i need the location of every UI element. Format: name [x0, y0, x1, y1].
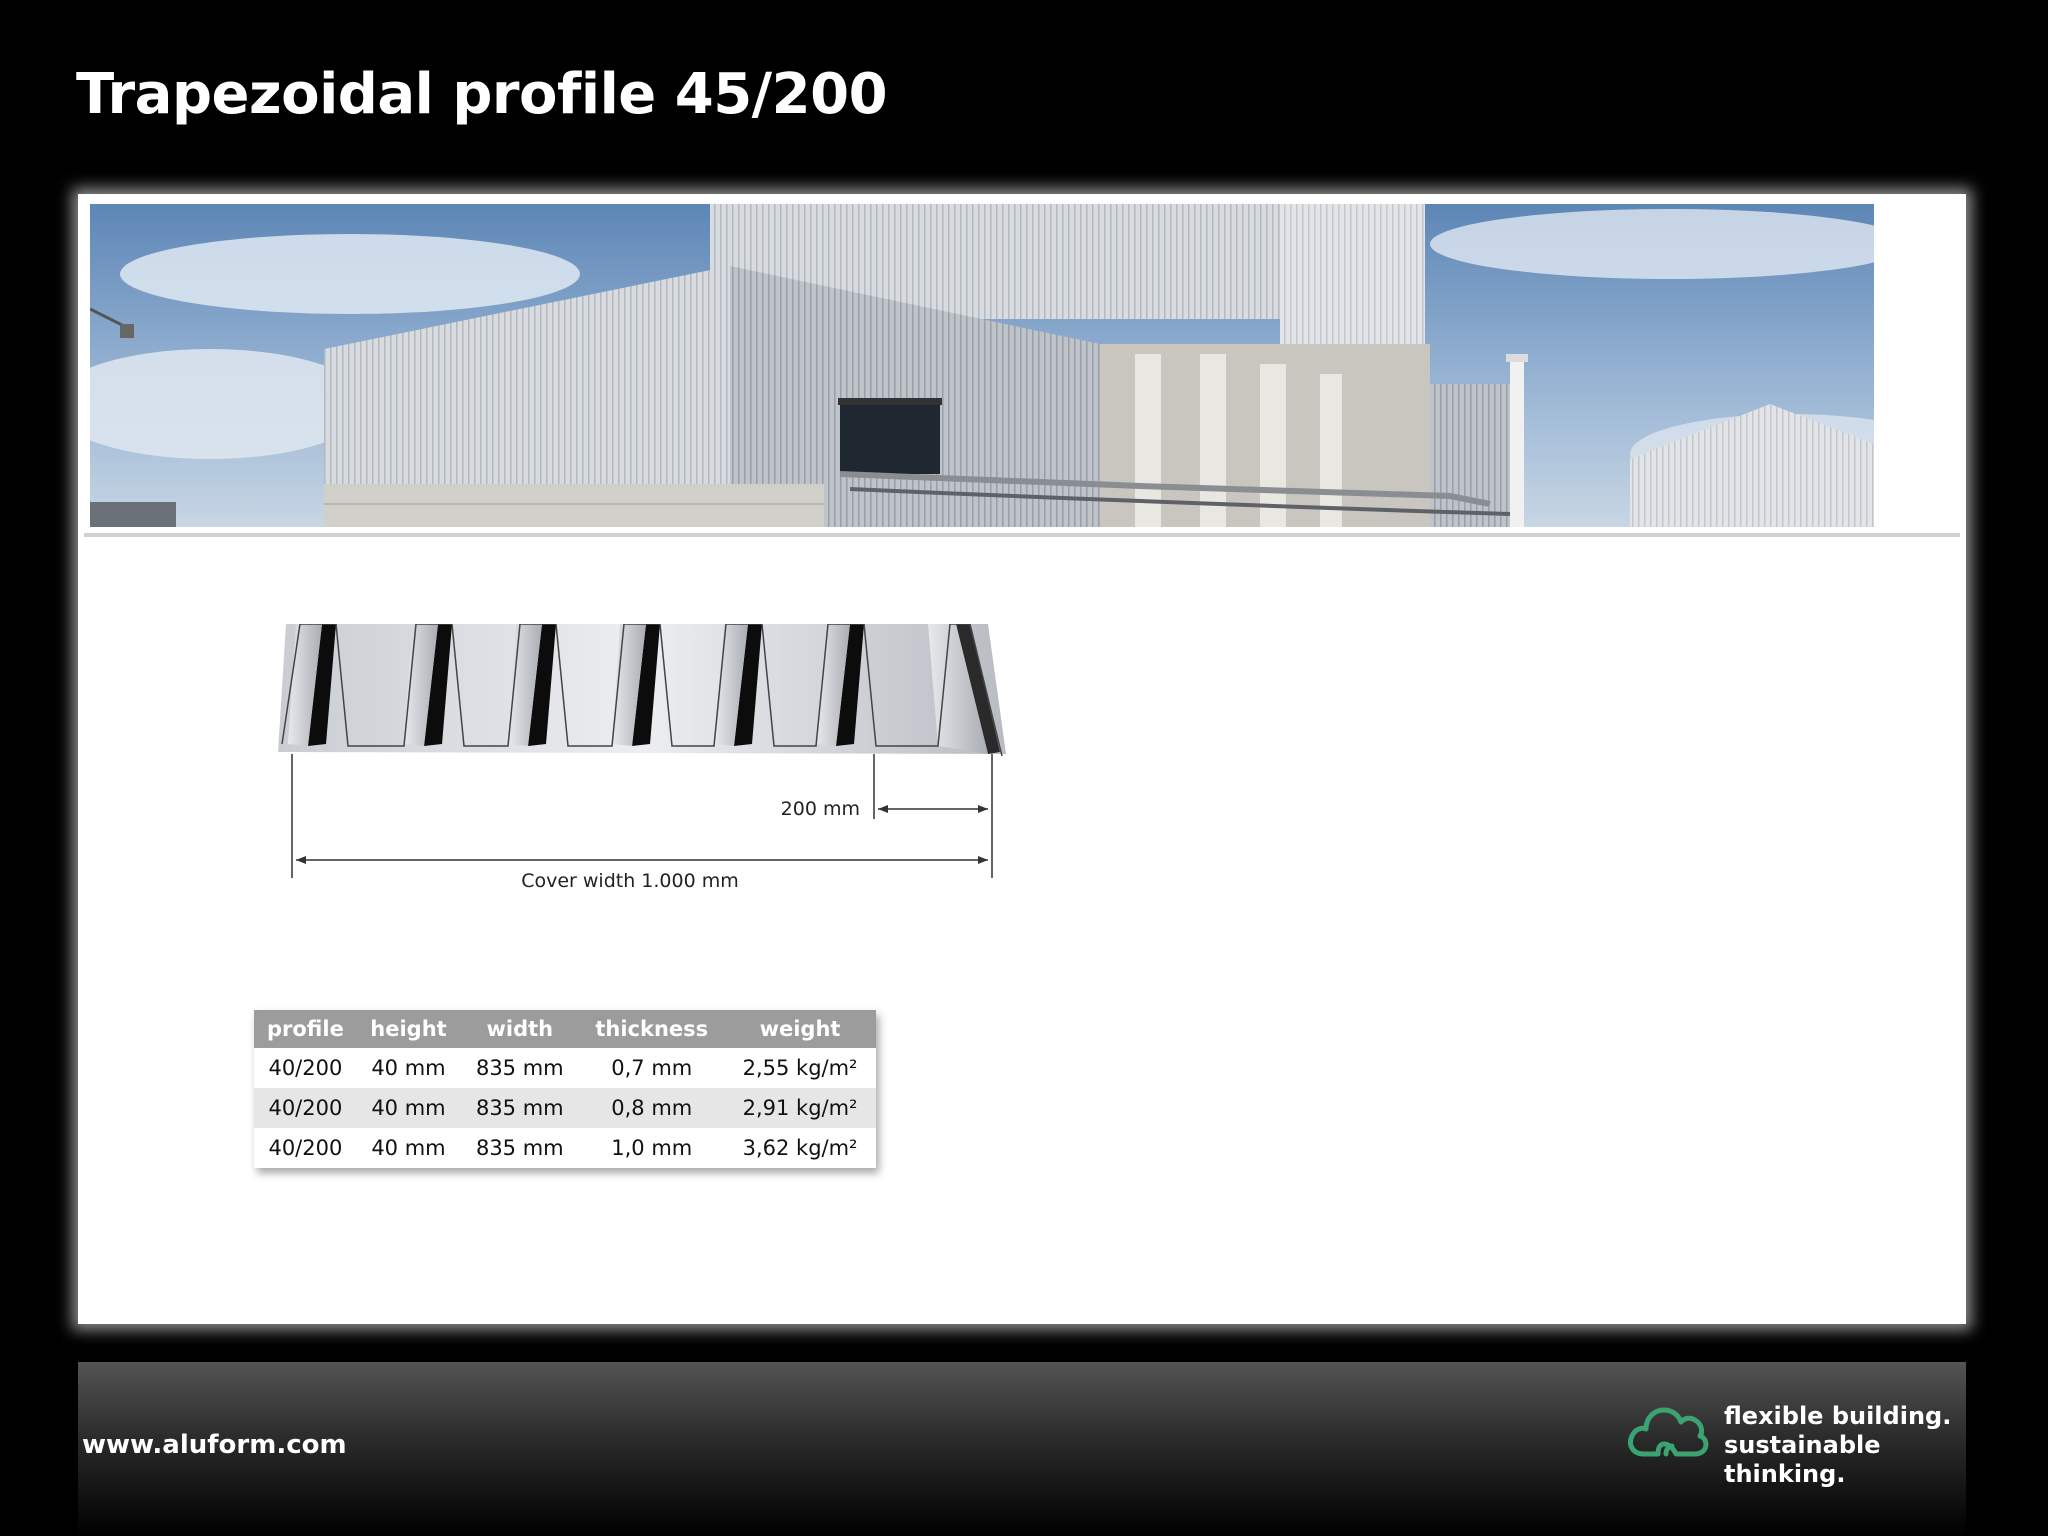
cloud-icon [1626, 1398, 1710, 1460]
cell-width: 835 mm [460, 1128, 580, 1168]
hero-photo [90, 204, 1874, 527]
col-header-profile: profile [254, 1010, 357, 1048]
cell-height: 40 mm [356, 1088, 461, 1128]
cell-weight: 2,55 kg/m² [724, 1048, 876, 1088]
col-header-weight: weight [724, 1010, 876, 1048]
cell-thickness: 0,8 mm [579, 1088, 725, 1128]
table-row: 40/200 40 mm 835 mm 0,7 mm 2,55 kg/m² [254, 1048, 876, 1088]
tagline: flexible building. sustainable thinking. [1724, 1402, 1966, 1489]
cell-height: 40 mm [356, 1048, 461, 1088]
cell-width: 835 mm [460, 1088, 580, 1128]
tagline-line-2: sustainable thinking. [1724, 1431, 1881, 1488]
col-header-width: width [460, 1010, 580, 1048]
cell-profile: 40/200 [254, 1048, 357, 1088]
hero-divider [84, 533, 1960, 537]
tagline-line-1: flexible building. [1724, 1402, 1952, 1430]
cell-thickness: 1,0 mm [579, 1128, 725, 1168]
content-panel: 200 mm Cover width 1.000 mm profile heig… [78, 194, 1966, 1324]
cell-width: 835 mm [460, 1048, 580, 1088]
cell-height: 40 mm [356, 1128, 461, 1168]
cell-profile: 40/200 [254, 1128, 357, 1168]
specification-table: profile height width thickness weight 40… [254, 1010, 876, 1168]
cell-weight: 3,62 kg/m² [724, 1128, 876, 1168]
cell-weight: 2,91 kg/m² [724, 1088, 876, 1128]
footer-bar: www.aluform.com flexible building. susta… [78, 1362, 1966, 1536]
col-header-height: height [356, 1010, 461, 1048]
page-title: Trapezoidal profile 45/200 [76, 62, 888, 127]
cover-width-label: Cover width 1.000 mm [521, 870, 739, 892]
cell-thickness: 0,7 mm [579, 1048, 725, 1088]
website-link[interactable]: www.aluform.com [82, 1430, 347, 1460]
col-header-thickness: thickness [579, 1010, 725, 1048]
table-header-row: profile height width thickness weight [254, 1010, 876, 1048]
table-row: 40/200 40 mm 835 mm 0,8 mm 2,91 kg/m² [254, 1088, 876, 1128]
cell-profile: 40/200 [254, 1088, 357, 1128]
rib-spacing-label: 200 mm [781, 798, 860, 820]
table-row: 40/200 40 mm 835 mm 1,0 mm 3,62 kg/m² [254, 1128, 876, 1168]
